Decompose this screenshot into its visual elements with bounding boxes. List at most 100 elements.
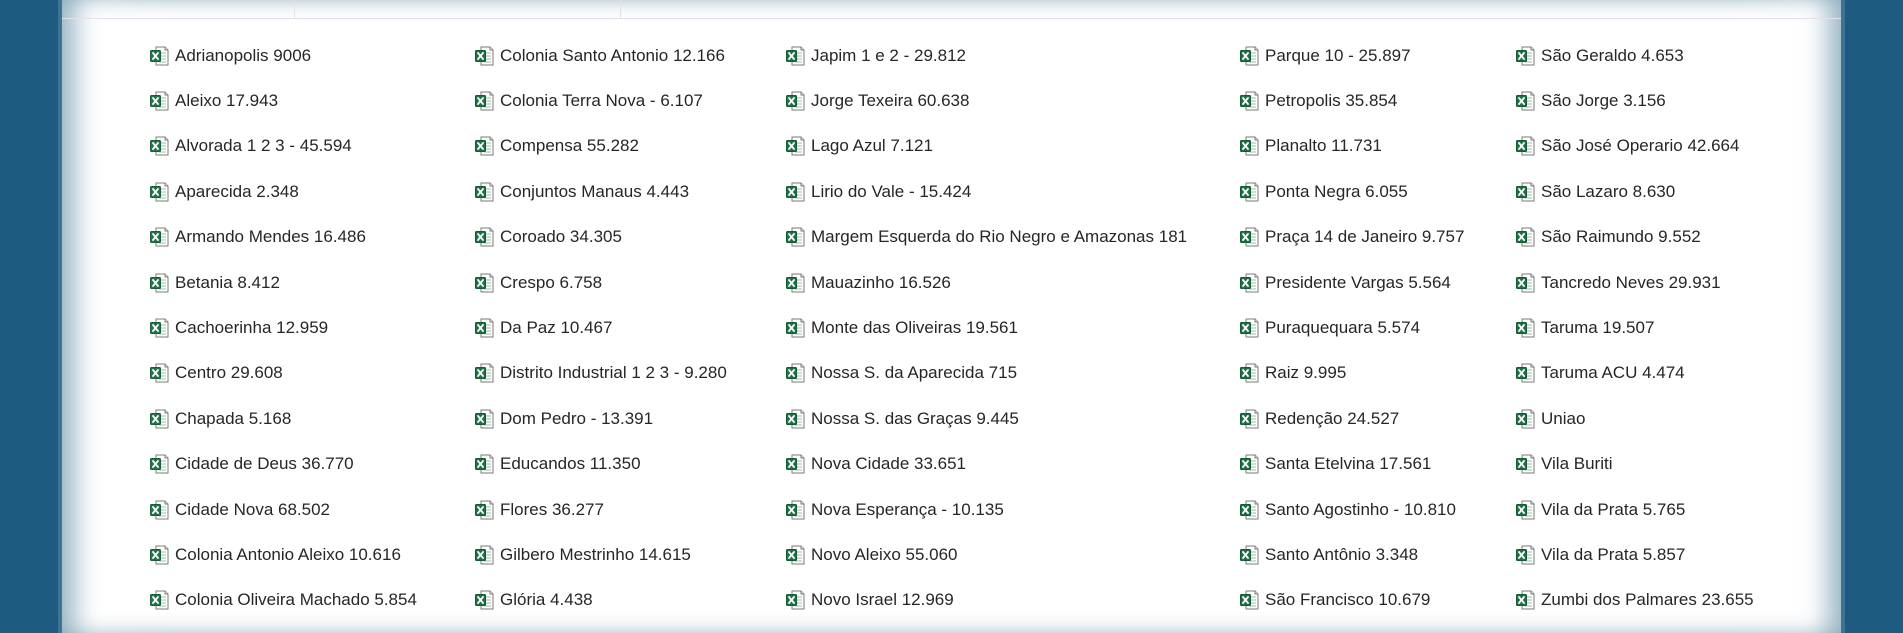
excel-file-icon [786,182,805,202]
file-link-label: Nossa S. das Graças 9.445 [811,408,1019,428]
file-link-label: Santo Agostinho - 10.810 [1265,499,1456,519]
file-link[interactable]: Vila da Prata 5.857 [1516,532,1754,577]
file-link[interactable]: Jorge Texeira 60.638 [786,78,1187,123]
file-link[interactable]: Taruma ACU 4.474 [1516,351,1754,396]
file-link[interactable]: Colonia Antonio Aleixo 10.616 [150,532,417,577]
file-link-label: Glória 4.438 [500,590,593,610]
file-link[interactable]: Conjuntos Manaus 4.443 [475,169,727,214]
file-link-label: Vila da Prata 5.857 [1541,544,1686,564]
file-link[interactable]: Lago Azul 7.121 [786,124,1187,169]
file-link-label: Lirio do Vale - 15.424 [811,181,972,201]
file-link[interactable]: Novo Aleixo 55.060 [786,532,1187,577]
excel-file-icon [150,136,169,156]
file-link[interactable]: Aparecida 2.348 [150,169,417,214]
file-link[interactable]: Compensa 55.282 [475,124,727,169]
file-link[interactable]: Crespo 6.758 [475,260,727,305]
file-link[interactable]: Gilbero Mestrinho 14.615 [475,532,727,577]
file-link[interactable]: Betania 8.412 [150,260,417,305]
excel-file-icon [150,273,169,293]
file-link[interactable]: Redenção 24.527 [1240,396,1464,441]
file-link[interactable]: Cachoerinha 12.959 [150,305,417,350]
file-link[interactable]: Alvorada 1 2 3 - 45.594 [150,124,417,169]
file-link[interactable]: São Geraldo 4.653 [1516,33,1754,78]
file-link-label: Uniao [1541,408,1586,428]
file-link[interactable]: São Raimundo 9.552 [1516,215,1754,260]
excel-file-icon [150,318,169,338]
file-link-label: Novo Aleixo 55.060 [811,544,958,564]
file-link-label: Santo Antônio 3.348 [1265,544,1419,564]
file-link[interactable]: São Francisco 10.679 [1240,578,1464,623]
excel-file-icon [1516,46,1535,66]
file-link[interactable]: Vila da Prata 5.765 [1516,487,1754,532]
file-link[interactable]: Colonia Oliveira Machado 5.854 [150,578,417,623]
file-link[interactable]: Monte das Oliveiras 19.561 [786,305,1187,350]
file-link-label: Cachoerinha 12.959 [175,318,329,338]
file-link[interactable]: Margem Esquerda do Rio Negro e Amazonas … [786,215,1187,260]
excel-file-icon [150,46,169,66]
file-link[interactable]: Santo Agostinho - 10.810 [1240,487,1464,532]
file-link[interactable]: Novo Israel 12.969 [786,578,1187,623]
file-link[interactable]: Nova Cidade 33.651 [786,442,1187,487]
file-link[interactable]: Taruma 19.507 [1516,305,1754,350]
file-link[interactable]: Centro 29.608 [150,351,417,396]
top-toolbar [62,0,1841,19]
file-link-label: Crespo 6.758 [500,272,603,292]
file-link[interactable]: Colonia Santo Antonio 12.166 [475,33,727,78]
file-link[interactable]: Glória 4.438 [475,578,727,623]
file-column: Japim 1 e 2 - 29.812 Jorge Texeira 60.638… [786,33,1187,623]
file-link[interactable]: Dom Pedro - 13.391 [475,396,727,441]
file-column: Colonia Santo Antonio 12.166 Colonia Terr… [475,33,727,623]
file-link[interactable]: São Lazaro 8.630 [1516,169,1754,214]
file-link[interactable]: Aleixo 17.943 [150,78,417,123]
file-link[interactable]: Santa Etelvina 17.561 [1240,442,1464,487]
file-link[interactable]: Puraquequara 5.574 [1240,305,1464,350]
excel-file-icon [786,500,805,520]
file-link[interactable]: Planalto 11.731 [1240,124,1464,169]
file-link[interactable]: Coroado 34.305 [475,215,727,260]
file-link[interactable]: Parque 10 - 25.897 [1240,33,1464,78]
file-link[interactable]: Armando Mendes 16.486 [150,215,417,260]
file-link[interactable]: Flores 36.277 [475,487,727,532]
file-link[interactable]: Raiz 9.995 [1240,351,1464,396]
file-link[interactable]: Lirio do Vale - 15.424 [786,169,1187,214]
file-link-label: Coroado 34.305 [500,227,622,247]
file-link-label: São José Operario 42.664 [1541,136,1740,156]
file-link[interactable]: Uniao [1516,396,1754,441]
file-link[interactable]: Ponta Negra 6.055 [1240,169,1464,214]
file-link[interactable]: Educandos 11.350 [475,442,727,487]
file-link[interactable]: Cidade Nova 68.502 [150,487,417,532]
file-link[interactable]: São José Operario 42.664 [1516,124,1754,169]
file-link-label: Dom Pedro - 13.391 [500,408,654,428]
file-link[interactable]: Cidade de Deus 36.770 [150,442,417,487]
excel-file-icon [150,182,169,202]
excel-file-icon [1516,227,1535,247]
file-link[interactable]: Adrianopolis 9006 [150,33,417,78]
file-link[interactable]: Tancredo Neves 29.931 [1516,260,1754,305]
file-link[interactable]: Mauazinho 16.526 [786,260,1187,305]
file-link[interactable]: Japim 1 e 2 - 29.812 [786,33,1187,78]
excel-file-icon [150,545,169,565]
excel-file-icon [786,91,805,111]
file-link[interactable]: São Jorge 3.156 [1516,78,1754,123]
file-link[interactable]: Distrito Industrial 1 2 3 - 9.280 [475,351,727,396]
file-link[interactable]: Praça 14 de Janeiro 9.757 [1240,215,1464,260]
file-link[interactable]: Santo Antônio 3.348 [1240,532,1464,577]
file-link[interactable]: Nossa S. das Graças 9.445 [786,396,1187,441]
file-link[interactable]: Presidente Vargas 5.564 [1240,260,1464,305]
file-link[interactable]: Da Paz 10.467 [475,305,727,350]
file-link-label: Novo Israel 12.969 [811,590,954,610]
excel-file-icon [475,500,494,520]
excel-file-icon [475,91,494,111]
file-link[interactable]: Chapada 5.168 [150,396,417,441]
file-link[interactable]: Nova Esperança - 10.135 [786,487,1187,532]
file-link[interactable]: Vila Buriti [1516,442,1754,487]
file-link-label: Monte das Oliveiras 19.561 [811,318,1018,338]
file-link-label: São Geraldo 4.653 [1541,45,1684,65]
file-link[interactable]: Colonia Terra Nova - 6.107 [475,78,727,123]
file-link[interactable]: Nossa S. da Aparecida 715 [786,351,1187,396]
excel-file-icon [150,454,169,474]
file-link[interactable]: Zumbi dos Palmares 23.655 [1516,578,1754,623]
file-link-label: Adrianopolis 9006 [175,45,312,65]
file-link-label: São Raimundo 9.552 [1541,227,1701,247]
file-link[interactable]: Petropolis 35.854 [1240,78,1464,123]
